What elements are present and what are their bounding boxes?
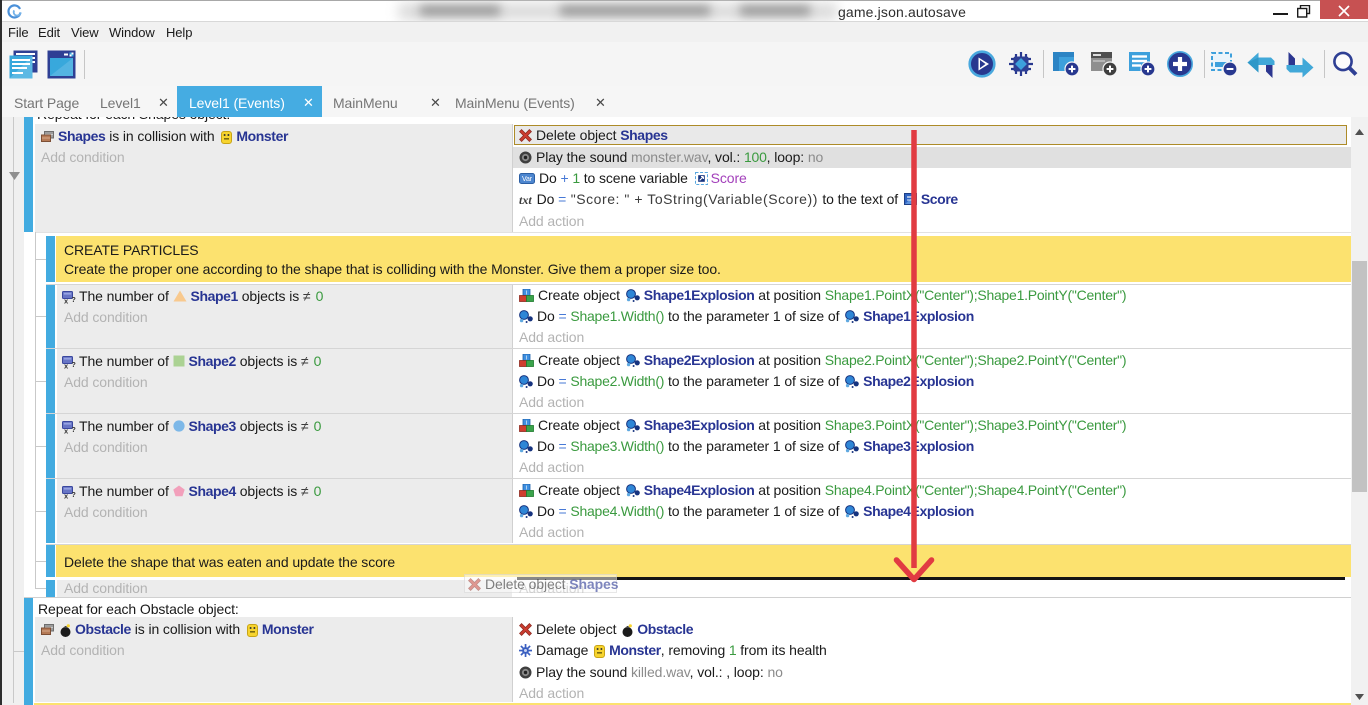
svg-text:Var: Var: [522, 176, 533, 183]
svg-text:i: i: [526, 291, 527, 297]
svg-text:i: i: [526, 356, 527, 362]
svg-text:?: ?: [71, 295, 76, 304]
svg-text:i: i: [526, 486, 527, 492]
svg-text:?: ?: [71, 360, 76, 369]
svg-text:?: ?: [71, 490, 76, 499]
svg-text:?: ?: [71, 425, 76, 434]
svg-text:i: i: [526, 421, 527, 427]
